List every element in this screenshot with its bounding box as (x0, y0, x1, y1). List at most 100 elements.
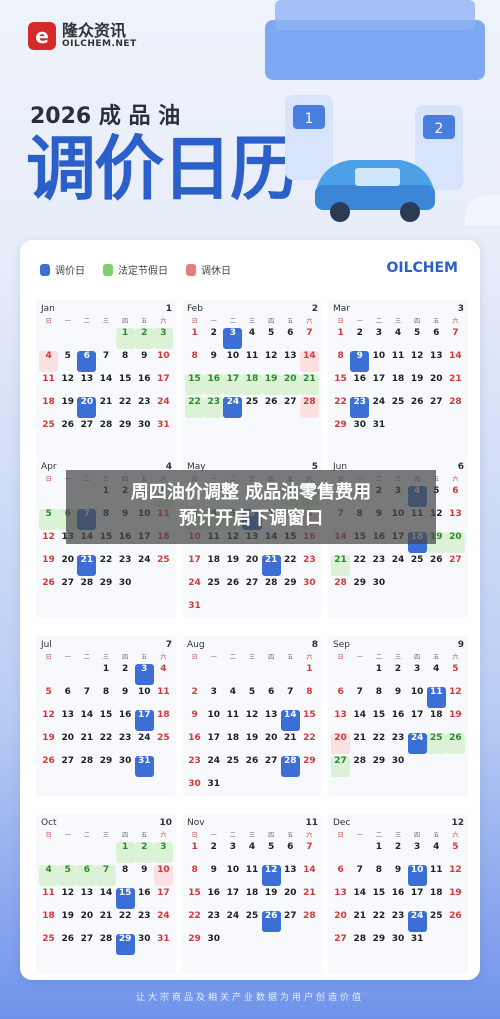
day-cell: 5 (242, 687, 261, 708)
weekday-label: 一 (210, 318, 217, 325)
day-cell: 26 (223, 578, 242, 599)
day-cell: 8 (116, 865, 135, 886)
day-number: 7 (102, 351, 110, 361)
day-number: 23 (207, 397, 220, 407)
day-cell: 29 (96, 756, 115, 777)
day-number: 21 (264, 555, 278, 565)
day-number: 17 (226, 888, 240, 898)
day-number: 4 (248, 842, 256, 852)
legend-holiday-label: 法定节假日 (118, 266, 168, 277)
holiday-day-cell: 2 (134, 328, 154, 349)
day-number: 13 (80, 374, 94, 384)
empty-cell (77, 328, 96, 349)
day-cell: 4 (154, 664, 173, 685)
day-cell: 5 (446, 664, 465, 685)
day-cell: 20 (427, 374, 446, 395)
month-number: 12 (451, 818, 464, 828)
day-number: 31 (157, 420, 170, 430)
day-cell: 30 (116, 578, 135, 599)
weekday-label: 二 (229, 654, 236, 661)
day-cell: 28 (77, 756, 96, 777)
logo-text: 隆众资讯 (62, 21, 127, 40)
day-cell: 10 (154, 351, 173, 372)
weekday-label: 一 (64, 318, 71, 325)
day-cell: 20 (331, 911, 350, 932)
month-name: Apr (41, 462, 57, 472)
day-cell: 14 (350, 710, 369, 731)
day-number: 18 (226, 733, 240, 743)
day-cell: 20 (58, 733, 77, 754)
adjust-day-cell: 12 (261, 865, 281, 886)
weekday-label: 六 (306, 318, 313, 325)
month-mar: Mar 3 日一二三四五六 1 2 3 4 5 6 7 8 9 10 11 12 13 14 15 16 17 18 19… (328, 300, 468, 460)
day-cell: 23 (388, 911, 407, 932)
day-number: 21 (303, 888, 316, 898)
adjust-day-cell: 24 (407, 911, 427, 932)
empty-cell (281, 664, 300, 685)
day-cell: 4 (427, 664, 446, 685)
day-cell: 7 (446, 328, 465, 349)
day-cell: 1 (96, 664, 115, 685)
legend-rest-swatch (186, 263, 196, 276)
day-number: 20 (449, 532, 462, 542)
day-cell: 28 (300, 911, 319, 932)
day-number: 4 (45, 865, 52, 875)
day-number: 25 (430, 911, 443, 921)
day-grid: 1234567891011121314151617181920212223242… (36, 661, 176, 777)
adjust-day-cell: 29 (115, 934, 135, 955)
day-cell: 18 (427, 888, 446, 909)
month-number: 8 (311, 640, 318, 650)
day-number: 10 (410, 687, 424, 697)
day-cell: 27 (77, 934, 96, 955)
day-number: 4 (394, 328, 402, 338)
day-cell: 29 (185, 934, 204, 955)
day-number: 17 (157, 374, 170, 384)
day-number: 10 (410, 865, 424, 875)
weekday-header: 日一二三四五六 (182, 652, 322, 661)
day-cell: 16 (135, 374, 154, 395)
day-cell: 20 (281, 888, 300, 909)
day-number: 30 (303, 578, 316, 588)
day-number: 17 (410, 710, 424, 720)
day-number: 4 (433, 664, 440, 674)
day-cell: 25 (242, 911, 261, 932)
day-number: 11 (42, 374, 55, 384)
weekday-label: 五 (141, 832, 148, 839)
day-cell: 15 (300, 710, 319, 731)
day-number: 16 (188, 733, 201, 743)
holiday-day-cell: 20 (445, 532, 465, 553)
day-number: 20 (264, 733, 278, 743)
day-number: 12 (410, 351, 424, 361)
day-number: 22 (372, 911, 386, 921)
day-number: 11 (245, 351, 259, 361)
day-cell: 4 (223, 687, 242, 708)
day-cell: 24 (154, 911, 173, 932)
day-number: 16 (138, 374, 151, 384)
day-number: 28 (284, 756, 297, 766)
adjust-day-cell: 21 (261, 555, 281, 576)
day-number: 1 (375, 842, 382, 852)
day-cell: 17 (369, 374, 388, 395)
day-cell: 6 (58, 687, 77, 708)
day-number: 6 (452, 486, 459, 496)
day-number: 25 (207, 578, 220, 588)
day-cell: 20 (58, 555, 77, 576)
empty-cell (331, 842, 350, 863)
day-number: 1 (122, 842, 129, 852)
day-grid: 1234567891011121314151617181920212223242… (182, 661, 322, 800)
day-number: 24 (391, 555, 405, 565)
day-number: 24 (410, 911, 424, 921)
day-grid: 1234567891011121314151617181920212223242… (328, 839, 468, 955)
day-number: 2 (141, 842, 148, 852)
day-number: 28 (334, 578, 347, 588)
day-number: 12 (449, 687, 462, 697)
day-cell: 2 (388, 842, 407, 863)
day-number: 23 (391, 733, 405, 743)
day-cell: 12 (262, 351, 281, 372)
adjust-day-cell: 21 (77, 555, 97, 576)
day-number: 1 (306, 664, 313, 674)
day-number: 20 (61, 733, 74, 743)
day-cell: 30 (116, 756, 135, 777)
day-cell: 21 (77, 733, 96, 754)
day-cell: 1 (369, 842, 388, 863)
